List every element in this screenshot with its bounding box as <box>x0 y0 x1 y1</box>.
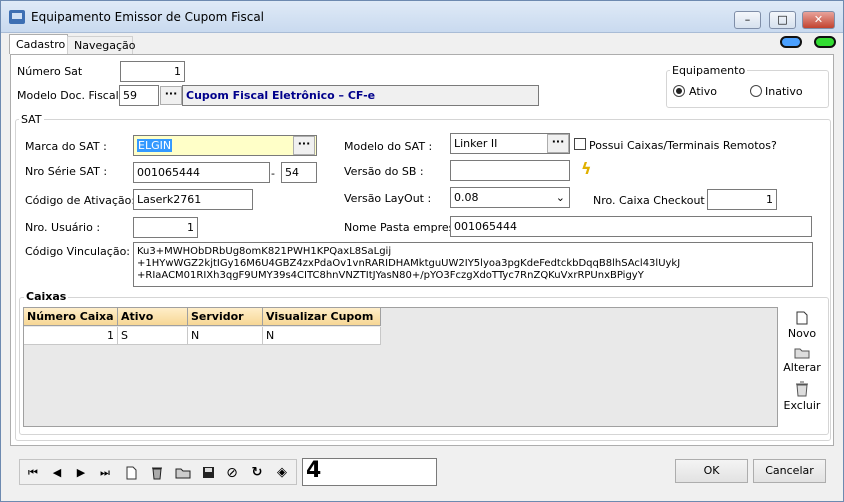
possui-caixas-label: Possui Caixas/Terminais Remotos? <box>589 139 777 152</box>
status-pill-green-icon <box>814 36 836 48</box>
new-doc-icon <box>796 311 808 325</box>
ok-button[interactable]: OK <box>675 459 748 483</box>
vinculacao-line: +1HYwWGZ2kjtIGy16M6U4GBZ4zxPdaOv1vnRARID… <box>137 258 681 269</box>
modelo-doc-lookup-button[interactable]: ··· <box>160 86 182 105</box>
modelo-sat-label: Modelo do SAT : <box>344 140 433 153</box>
versao-sb-input[interactable] <box>450 160 570 181</box>
cancelar-button[interactable]: Cancelar <box>753 459 826 483</box>
novo-button[interactable]: Novo <box>784 311 820 340</box>
vinculacao-line: +RIaACM01RIXh3qgF9UMY39s4CITC8hnVNZTItJY… <box>137 270 644 281</box>
nome-pasta-input[interactable]: 001065444 <box>450 216 812 237</box>
codigo-vinculacao-textarea[interactable]: Ku3+MWHObDRbUg8omK821PWH1KPQaxL8SaLgij +… <box>133 242 813 287</box>
lightning-icon[interactable]: ϟ <box>581 159 592 178</box>
minimize-button[interactable]: – <box>734 11 761 29</box>
marca-input[interactable]: ELGIN <box>133 135 317 156</box>
marca-label: Marca do SAT : <box>25 140 107 153</box>
navigator-toolbar: ⏮ ◀ ▶ ⏭ ⊘ ↻ ◈ <box>19 459 297 485</box>
window-title: Equipamento Emissor de Cupom Fiscal <box>31 10 265 24</box>
numero-sat-label: Número Sat <box>17 65 83 78</box>
trash-icon[interactable] <box>146 463 168 483</box>
new-doc-icon[interactable] <box>120 463 142 483</box>
excluir-button[interactable]: Excluir <box>782 381 822 412</box>
next-icon[interactable]: ▶ <box>70 463 92 483</box>
numero-sat-input[interactable]: 1 <box>120 61 185 82</box>
serie-separator: - <box>271 167 275 180</box>
col-header-servidor[interactable]: Servidor <box>188 308 263 326</box>
alterar-button[interactable]: Alterar <box>782 347 822 374</box>
table-cell[interactable]: 1 <box>24 327 118 345</box>
tab-navegacao[interactable]: Navegação <box>67 36 136 54</box>
col-header-ativo[interactable]: Ativo <box>118 308 188 326</box>
cancel-icon[interactable]: ⊘ <box>221 463 243 483</box>
modelo-doc-label: Modelo Doc. Fiscal : <box>17 89 126 102</box>
codigo-vinculacao-label: Código Vinculação: <box>25 245 131 258</box>
nro-serie-input[interactable]: 001065444 <box>133 162 270 183</box>
title-bar: Equipamento Emissor de Cupom Fiscal – □ … <box>1 1 843 33</box>
first-icon[interactable]: ⏮ <box>22 463 44 483</box>
nro-serie-label: Nro Série SAT : <box>25 165 108 178</box>
modelo-sat-lookup-button[interactable]: ··· <box>547 134 569 153</box>
table-cell[interactable]: N <box>263 327 381 345</box>
versao-layout-label: Versão LayOut : <box>344 192 432 205</box>
table-cell[interactable]: S <box>118 327 188 345</box>
col-header-numero-caixa[interactable]: Número Caixa <box>24 308 118 326</box>
excluir-label: Excluir <box>783 399 821 412</box>
app-icon <box>9 10 25 24</box>
equipamento-label: Equipamento <box>670 64 748 77</box>
caixas-label: Caixas <box>24 290 69 303</box>
ativo-label: Ativo <box>689 85 717 98</box>
main-window: Equipamento Emissor de Cupom Fiscal – □ … <box>0 0 844 502</box>
tab-cadastro[interactable]: Cadastro <box>9 34 68 54</box>
record-indicator: 4 <box>302 458 437 486</box>
versao-layout-select[interactable]: 0.08 ⌄ <box>450 187 570 208</box>
status-pill-blue-icon <box>780 36 802 48</box>
possui-caixas-checkbox[interactable] <box>574 138 586 150</box>
col-header-visualizar-cupom[interactable]: Visualizar Cupom <box>263 308 381 326</box>
nro-serie-dv-input[interactable]: 54 <box>281 162 317 183</box>
folder-icon <box>794 348 810 359</box>
prev-icon[interactable]: ◀ <box>46 463 68 483</box>
nro-usuario-input[interactable]: 1 <box>133 217 198 238</box>
ativo-radio[interactable] <box>673 85 685 97</box>
chevron-down-icon: ⌄ <box>555 191 565 204</box>
marca-value: ELGIN <box>137 139 173 152</box>
folder-icon[interactable] <box>172 463 194 483</box>
inativo-label: Inativo <box>765 85 803 98</box>
modelo-doc-code-input[interactable]: 59 <box>119 85 159 106</box>
sat-group-label: SAT <box>19 113 44 126</box>
codigo-ativacao-label: Código de Ativação: <box>25 194 136 207</box>
caixas-grid[interactable]: Número Caixa Ativo Servidor Visualizar C… <box>23 307 778 427</box>
trash-icon <box>796 381 808 397</box>
save-icon[interactable] <box>197 463 219 483</box>
versao-sb-label: Versão do SB : <box>344 165 424 178</box>
codigo-ativacao-input[interactable]: Laserk2761 <box>133 189 253 210</box>
alterar-label: Alterar <box>783 361 821 374</box>
maximize-button[interactable]: □ <box>769 11 796 29</box>
novo-label: Novo <box>787 327 817 340</box>
refresh-icon[interactable]: ↻ <box>246 463 268 483</box>
nro-caixa-checkout-input[interactable]: 1 <box>707 189 777 210</box>
marca-lookup-button[interactable]: ··· <box>293 136 315 155</box>
nro-caixa-checkout-label: Nro. Caixa Checkout : <box>593 194 712 207</box>
close-button[interactable]: ✕ <box>802 11 835 29</box>
inativo-radio[interactable] <box>750 85 762 97</box>
versao-layout-value: 0.08 <box>454 191 479 204</box>
nome-pasta-label: Nome Pasta empresa: <box>344 221 465 234</box>
nro-usuario-label: Nro. Usuário : <box>25 221 101 234</box>
table-cell[interactable]: N <box>188 327 263 345</box>
vinculacao-line: Ku3+MWHObDRbUg8omK821PWH1KPQaxL8SaLgij <box>137 246 392 257</box>
modelo-doc-description: Cupom Fiscal Eletrônico – CF-e <box>182 85 539 106</box>
last-icon[interactable]: ⏭ <box>94 463 116 483</box>
gem-icon[interactable]: ◈ <box>271 463 293 483</box>
